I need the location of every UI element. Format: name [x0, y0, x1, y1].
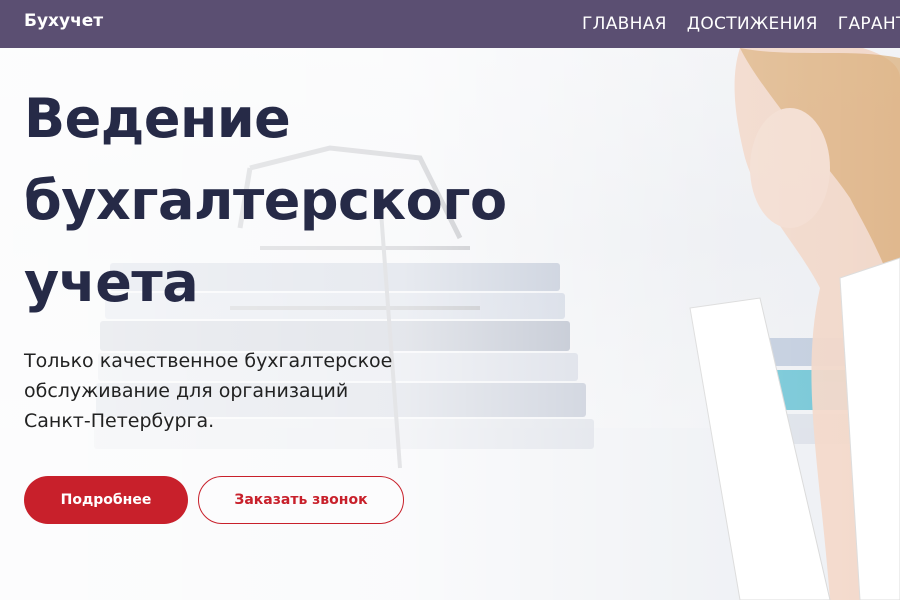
hero-subtitle: Только качественное бухгалтерское обслуж…: [24, 346, 444, 436]
more-details-button[interactable]: Подробнее: [24, 476, 188, 524]
hero-subtitle-line: Санкт-Петербурга.: [24, 410, 215, 432]
hero-title-line: бухгалтерского: [24, 169, 507, 232]
hero-title: Ведение бухгалтерского учета: [24, 78, 624, 324]
nav-item-home[interactable]: ГЛАВНАЯ: [582, 14, 667, 34]
nav-item-achievements[interactable]: ДОСТИЖЕНИЯ: [687, 14, 818, 34]
hero-title-line: Ведение: [24, 87, 291, 150]
brand-logo[interactable]: Бухучет: [24, 11, 103, 31]
top-navbar: Бухучет ГЛАВНАЯ ДОСТИЖЕНИЯ ГАРАНТИИ: [0, 0, 900, 48]
nav-item-guarantees[interactable]: ГАРАНТИИ: [838, 14, 900, 34]
hero-subtitle-line: обслуживание для организаций: [24, 380, 349, 402]
hero-section: Ведение бухгалтерского учета Только каче…: [0, 48, 900, 600]
request-call-button[interactable]: Заказать звонок: [198, 476, 404, 524]
landing-page: Бухучет ГЛАВНАЯ ДОСТИЖЕНИЯ ГАРАНТИИ: [0, 0, 900, 600]
hero-subtitle-line: Только качественное бухгалтерское: [24, 350, 393, 372]
hero-title-line: учета: [24, 251, 199, 314]
main-nav: ГЛАВНАЯ ДОСТИЖЕНИЯ ГАРАНТИИ: [582, 0, 900, 48]
